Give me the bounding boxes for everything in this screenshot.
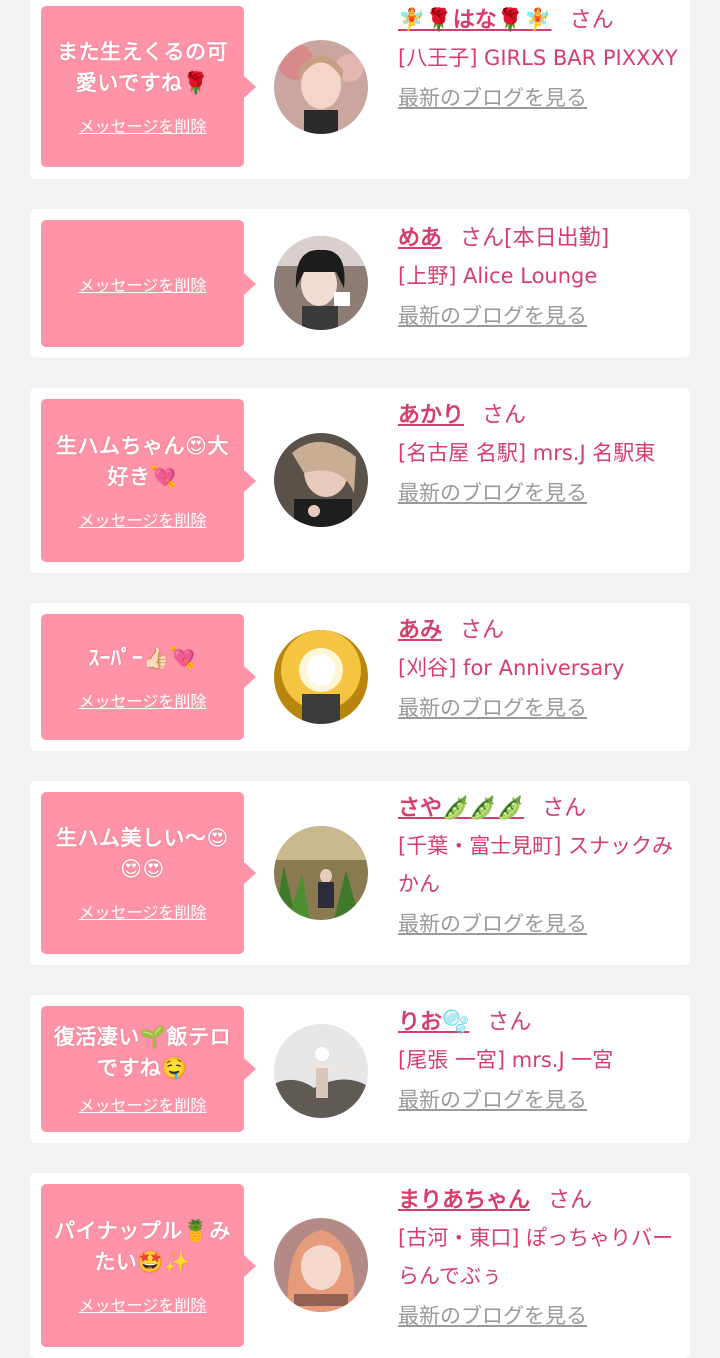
shop-name: [古河・東口] ぽっちゃりバー らんでぶぅ: [398, 1226, 674, 1288]
message-text: 生ハム美しい〜😍😍😍: [56, 826, 229, 881]
shop-name: [刈谷] for Anniversary: [398, 656, 625, 680]
message-bubble: また生えくるの可愛いですね🌹 メッセージを削除: [41, 6, 256, 167]
delete-message-link[interactable]: メッセージを削除: [79, 899, 207, 923]
latest-blog-link[interactable]: 最新のブログを見る: [398, 1299, 587, 1333]
message-bubble: 生ハムちゃん😍大好き💘 メッセージを削除: [41, 399, 256, 562]
user-name-link[interactable]: あみ: [398, 618, 442, 643]
delete-message-link[interactable]: メッセージを削除: [79, 1292, 207, 1316]
latest-blog-link[interactable]: 最新のブログを見る: [398, 1083, 587, 1117]
message-text: ｽｰﾊﾟｰ👍🏻💘: [88, 645, 197, 670]
message-text: パイナップル🍍みたい🤩✨: [54, 1218, 231, 1274]
message-text: また生えくるの可愛いですね🌹: [57, 39, 228, 95]
user-name-link[interactable]: めあ: [398, 226, 442, 251]
message-bubble: パイナップル🍍みたい🤩✨ メッセージを削除: [41, 1184, 256, 1347]
shop-name: [上野] Alice Lounge: [398, 264, 598, 288]
message-card: 生ハム美しい〜😍😍😍 メッセージを削除 さや🫛🫛🫛 さん [千葉・富士見町] スナ…: [30, 781, 690, 965]
user-name-link[interactable]: りお🫧: [398, 1010, 469, 1035]
message-list: また生えくるの可愛いですね🌹 メッセージを削除 🧚🌹はな🌹🧚 さん [八王子] G…: [0, 0, 720, 1358]
delete-message-link[interactable]: メッセージを削除: [79, 1092, 207, 1116]
shop-name: [八王子] GIRLS BAR PIXXXY: [398, 46, 678, 70]
message-bubble: 生ハム美しい〜😍😍😍 メッセージを削除: [41, 792, 256, 954]
latest-blog-link[interactable]: 最新のブログを見る: [398, 907, 587, 941]
message-card: ｽｰﾊﾟｰ👍🏻💘 メッセージを削除 あみ さん [刈谷] for Annivers…: [30, 603, 690, 751]
message-bubble: 復活凄い🌱飯テロですね🤤 メッセージを削除: [41, 1006, 256, 1132]
delete-message-link[interactable]: メッセージを削除: [79, 113, 207, 137]
user-photo-icon[interactable]: [274, 1218, 368, 1312]
message-card: パイナップル🍍みたい🤩✨ メッセージを削除 まりあちゃん さん [古河・東口] ぽ…: [30, 1173, 690, 1358]
user-honorific: さん: [548, 1188, 593, 1213]
user-name-link[interactable]: さや🫛🫛🫛: [398, 796, 524, 821]
message-card: また生えくるの可愛いですね🌹 メッセージを削除 🧚🌹はな🌹🧚 さん [八王子] G…: [30, 0, 690, 179]
message-text: 復活凄い🌱飯テロですね🤤: [53, 1025, 232, 1080]
user-honorific: さん: [482, 403, 527, 428]
user-honorific: さん: [487, 1010, 532, 1035]
user-photo-icon[interactable]: [274, 826, 368, 920]
latest-blog-link[interactable]: 最新のブログを見る: [398, 81, 587, 115]
user-honorific: さん: [460, 618, 505, 643]
message-text: 生ハムちゃん😍大好き💘: [56, 433, 229, 489]
user-name-link[interactable]: あかり: [398, 403, 464, 428]
user-honorific: さん: [569, 8, 614, 33]
delete-message-link[interactable]: メッセージを削除: [79, 272, 207, 296]
user-name-link[interactable]: 🧚🌹はな🌹🧚: [398, 8, 552, 33]
message-card: 生ハムちゃん😍大好き💘 メッセージを削除 あかり さん [名古屋 名駅] mrs.…: [30, 388, 690, 573]
message-bubble: メッセージを削除: [41, 220, 256, 347]
delete-message-link[interactable]: メッセージを削除: [79, 507, 207, 531]
user-honorific: さん[本日出勤]: [460, 226, 610, 251]
user-photo-icon[interactable]: [274, 40, 368, 134]
latest-blog-link[interactable]: 最新のブログを見る: [398, 299, 587, 333]
shop-name: [尾張 一宮] mrs.J 一宮: [398, 1048, 614, 1072]
message-card: 復活凄い🌱飯テロですね🤤 メッセージを削除 りお🫧 さん [尾張 一宮] mrs.…: [30, 995, 690, 1143]
message-bubble: ｽｰﾊﾟｰ👍🏻💘 メッセージを削除: [41, 614, 256, 740]
user-honorific: さん: [542, 796, 587, 821]
user-photo-icon[interactable]: [274, 630, 368, 724]
shop-name: [千葉・富士見町] スナックみかん: [398, 834, 674, 896]
delete-message-link[interactable]: メッセージを削除: [79, 688, 207, 712]
message-card: メッセージを削除 めあ さん[本日出勤] [上野] Alice Lounge 最新…: [30, 209, 690, 358]
latest-blog-link[interactable]: 最新のブログを見る: [398, 691, 587, 725]
latest-blog-link[interactable]: 最新のブログを見る: [398, 476, 587, 510]
user-photo-icon[interactable]: [274, 1024, 368, 1118]
user-name-link[interactable]: まりあちゃん: [398, 1188, 530, 1213]
user-photo-icon[interactable]: [274, 236, 368, 330]
shop-name: [名古屋 名駅] mrs.J 名駅東: [398, 441, 656, 465]
user-photo-icon[interactable]: [274, 433, 368, 527]
